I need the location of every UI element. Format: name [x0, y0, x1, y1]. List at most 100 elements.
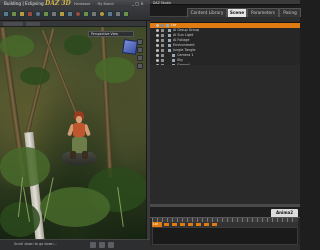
visibility-eye-icon[interactable] — [156, 54, 159, 57]
visibility-eye-icon[interactable] — [156, 29, 159, 32]
window-controls[interactable]: _ □ × — [132, 1, 144, 6]
pan-icon[interactable] — [137, 47, 143, 53]
move-tool-icon[interactable] — [11, 10, 17, 17]
visibility-eye-icon[interactable] — [156, 59, 159, 62]
viewport-camera-select[interactable]: Perspective View — [88, 31, 134, 37]
menu-item-hardware[interactable]: Hardware — [74, 2, 90, 6]
visibility-eye-icon[interactable] — [156, 44, 159, 47]
camera-icon[interactable] — [35, 10, 41, 17]
pose-icon[interactable] — [123, 10, 129, 17]
visibility-eye-icon[interactable] — [156, 34, 159, 37]
3d-viewport[interactable]: Perspective View — [0, 27, 146, 239]
keyframe[interactable] — [196, 223, 201, 226]
lock-icon[interactable] — [161, 24, 164, 27]
play-icon[interactable] — [90, 242, 96, 248]
orbit-icon[interactable] — [137, 39, 143, 45]
layout-icon[interactable] — [115, 10, 121, 17]
scene-item-label: Lar — [171, 23, 177, 27]
settings-icon[interactable] — [91, 10, 97, 17]
visibility-eye-icon[interactable] — [156, 39, 159, 42]
node-icon — [168, 44, 171, 47]
tab-posing[interactable]: Posing — [279, 8, 301, 17]
select-tool-icon[interactable] — [3, 10, 9, 17]
keyframe[interactable] — [172, 223, 177, 226]
status-bar: Scroll down to go down... — [0, 239, 150, 250]
menu-item-brand[interactable]: My Brand — [97, 2, 113, 6]
keyframe[interactable] — [204, 223, 209, 226]
light-icon[interactable] — [43, 10, 49, 17]
scene-item-label: Camera 1 — [177, 53, 194, 57]
tab-animate[interactable]: Anima2 — [271, 209, 298, 217]
main-toolbar — [0, 7, 150, 21]
frame-icon[interactable] — [137, 63, 143, 69]
foliage — [0, 147, 50, 187]
node-icon — [166, 24, 169, 27]
record-icon[interactable] — [75, 10, 81, 17]
scene-item-label: Jungle Tangle — [173, 48, 196, 52]
keyframe[interactable] — [212, 223, 217, 226]
grid-icon[interactable] — [51, 10, 57, 17]
lock-icon[interactable] — [161, 59, 164, 62]
scene-tree-empty-area[interactable] — [150, 65, 300, 204]
lock-icon[interactable] — [161, 49, 164, 52]
camera-view-icon[interactable] — [107, 10, 113, 17]
viewport-tab[interactable] — [26, 22, 40, 26]
keyframe[interactable] — [188, 223, 193, 226]
scene-item-label: Ai Group Group — [173, 28, 200, 32]
node-icon — [168, 49, 171, 52]
character-figure[interactable] — [66, 111, 92, 169]
foliage — [95, 57, 135, 83]
stop-icon[interactable] — [99, 242, 105, 248]
foliage — [64, 35, 92, 55]
lock-icon[interactable] — [161, 29, 164, 32]
keyframe[interactable] — [164, 223, 169, 226]
node-icon — [168, 29, 171, 32]
visibility-eye-icon[interactable] — [156, 24, 159, 27]
lock-icon[interactable] — [161, 39, 164, 42]
view-cube-icon[interactable] — [122, 39, 138, 55]
panel-title: DAZ Studio — [153, 0, 171, 5]
pane-tabs: Content Library Scene Parameters Posing — [150, 5, 301, 17]
node-icon — [172, 54, 175, 57]
scene-tree: Lar Ai Group Group Ai Sun Light AI Folia… — [150, 23, 300, 67]
daz-logo: DAZ 3D — [45, 0, 71, 7]
daz-studio-panel: DAZ Studio Content Library Scene Paramet… — [150, 0, 301, 250]
node-icon — [168, 34, 171, 37]
keyframe[interactable] — [180, 223, 185, 226]
foliage — [0, 202, 40, 237]
title-bar: Building | Eclipsing DAZ 3D Hardware My … — [0, 0, 150, 7]
scale-tool-icon[interactable] — [27, 10, 33, 17]
tab-content-library[interactable]: Content Library — [187, 8, 227, 17]
window-title: Building | Eclipsing — [4, 1, 44, 6]
zoom-icon[interactable] — [137, 55, 143, 61]
timeline-area[interactable] — [152, 227, 298, 245]
tab-parameters[interactable]: Parameters — [247, 8, 279, 17]
foliage — [0, 35, 34, 57]
tab-scene[interactable]: Scene — [227, 8, 247, 17]
lock-icon[interactable] — [161, 44, 164, 47]
status-icons — [90, 242, 114, 248]
scene-editor-window: Building | Eclipsing DAZ 3D Hardware My … — [0, 0, 150, 250]
timeline-footer — [150, 245, 300, 250]
rotate-tool-icon[interactable] — [19, 10, 25, 17]
lock-icon[interactable] — [161, 54, 164, 57]
viewport-tools — [137, 39, 144, 79]
figure-icon[interactable] — [83, 10, 89, 17]
sun-icon[interactable] — [99, 10, 105, 17]
lock-icon[interactable] — [161, 34, 164, 37]
render-icon[interactable] — [59, 10, 65, 17]
scene-item-label: Environment — [173, 43, 195, 47]
visibility-eye-icon[interactable] — [156, 49, 159, 52]
status-text: Scroll down to go down... — [14, 242, 57, 246]
tree-trunk — [100, 27, 113, 178]
import-icon[interactable] — [67, 10, 73, 17]
foliage — [40, 187, 110, 227]
loop-icon[interactable] — [108, 242, 114, 248]
scene-item-label: AI Foliage — [173, 38, 190, 42]
scene-item-label: Sky — [177, 58, 184, 62]
viewport-tab[interactable] — [3, 22, 23, 26]
timeline-header: Anima2 — [150, 207, 300, 218]
keyframes — [164, 223, 217, 226]
node-icon — [168, 39, 171, 42]
scene-item-label: Ai Sun Light — [173, 33, 194, 37]
